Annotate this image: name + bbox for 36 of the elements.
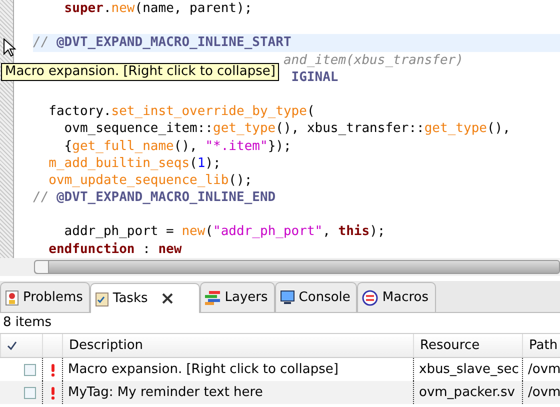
view-tab[interactable]: Problems xyxy=(0,282,90,312)
close-icon[interactable] xyxy=(162,293,173,304)
tooltip: Macro expansion. [Right click to collapse] xyxy=(1,63,280,81)
check-icon[interactable] xyxy=(7,340,17,350)
view-tab[interactable]: Layers xyxy=(200,282,275,312)
cursor-icon xyxy=(3,38,17,58)
column-header[interactable]: Resource xyxy=(413,334,522,357)
monitor-icon xyxy=(280,290,295,305)
code-line: ovm_update_sequence_lib(); xyxy=(48,172,254,190)
code-line: {get_full_name(), "*.item"}); xyxy=(63,138,292,155)
layers-icon xyxy=(204,290,221,304)
code-line: addr_ph_port = new("addr_ph_port", this); xyxy=(63,223,386,241)
column-header[interactable]: Description xyxy=(62,334,413,357)
priority-icon xyxy=(50,362,56,376)
code-line: m_add_builtin_seqs(1); xyxy=(48,154,222,172)
column-header[interactable]: Path xyxy=(522,334,560,357)
code-line: factory.set_inst_override_by_type( xyxy=(48,103,316,120)
code-line: ovm_sequence_item::get_type(), xbus_transfer::get_type(), xyxy=(63,120,512,138)
code-line: and_item(xbus_transfer) xyxy=(283,52,464,68)
view-tab[interactable]: Macros xyxy=(357,282,436,312)
code-line: super.new(name, parent); xyxy=(63,0,254,18)
checkbox[interactable] xyxy=(24,386,36,398)
view-tab[interactable]: Tasks xyxy=(90,283,200,313)
table-cell: ovm_packer.sv xyxy=(413,381,522,404)
table-cell: /ovm xyxy=(522,381,560,404)
view-tab[interactable]: Console xyxy=(274,282,358,312)
code-line: endfunction : new xyxy=(48,240,183,258)
macros-icon xyxy=(362,290,378,306)
checkbox[interactable] xyxy=(24,364,36,376)
priority-icon xyxy=(50,386,56,400)
clipboard-icon xyxy=(94,290,109,306)
problems-icon xyxy=(5,290,19,306)
code-line: IGINAL xyxy=(291,70,338,85)
table-cell: MyTag: My reminder text here xyxy=(62,381,413,404)
scrollbar[interactable] xyxy=(34,260,560,274)
code-line: // @DVT_EXPAND_MACRO_INLINE_END xyxy=(33,189,277,206)
